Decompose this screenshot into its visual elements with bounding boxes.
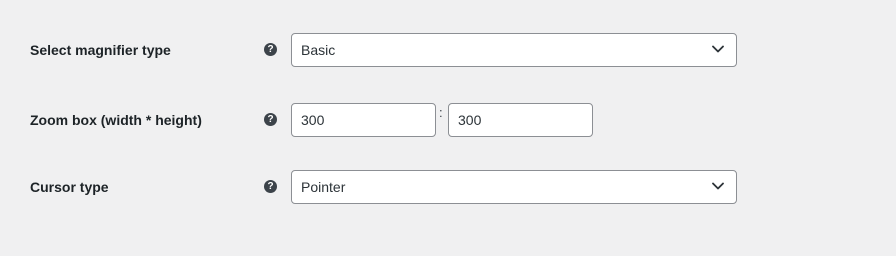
magnifier-type-row: Select magnifier type ? Basic bbox=[0, 33, 896, 67]
cursor-type-row: Cursor type ? Pointer bbox=[0, 170, 896, 204]
question-circle-icon[interactable]: ? bbox=[264, 180, 277, 193]
question-circle-icon[interactable]: ? bbox=[264, 43, 277, 56]
cursor-type-value: Pointer bbox=[301, 179, 346, 195]
chevron-down-icon bbox=[712, 45, 724, 53]
magnifier-type-select[interactable]: Basic bbox=[291, 33, 737, 67]
zoom-box-width-value: 300 bbox=[301, 112, 325, 128]
dimension-separator: : bbox=[439, 105, 443, 120]
zoom-box-width-input[interactable]: 300 bbox=[291, 103, 436, 137]
settings-form: Select magnifier type ? Basic Zoom box (… bbox=[0, 0, 896, 256]
cursor-type-label: Cursor type bbox=[30, 179, 109, 195]
chevron-down-icon bbox=[712, 182, 724, 190]
zoom-box-row: Zoom box (width * height) ? 300 : 300 bbox=[0, 103, 896, 137]
question-circle-icon[interactable]: ? bbox=[264, 113, 277, 126]
zoom-box-label: Zoom box (width * height) bbox=[30, 112, 202, 128]
cursor-type-select[interactable]: Pointer bbox=[291, 170, 737, 204]
zoom-box-height-input[interactable]: 300 bbox=[448, 103, 593, 137]
zoom-box-height-value: 300 bbox=[458, 112, 482, 128]
magnifier-type-label: Select magnifier type bbox=[30, 42, 171, 58]
magnifier-type-value: Basic bbox=[301, 42, 336, 58]
